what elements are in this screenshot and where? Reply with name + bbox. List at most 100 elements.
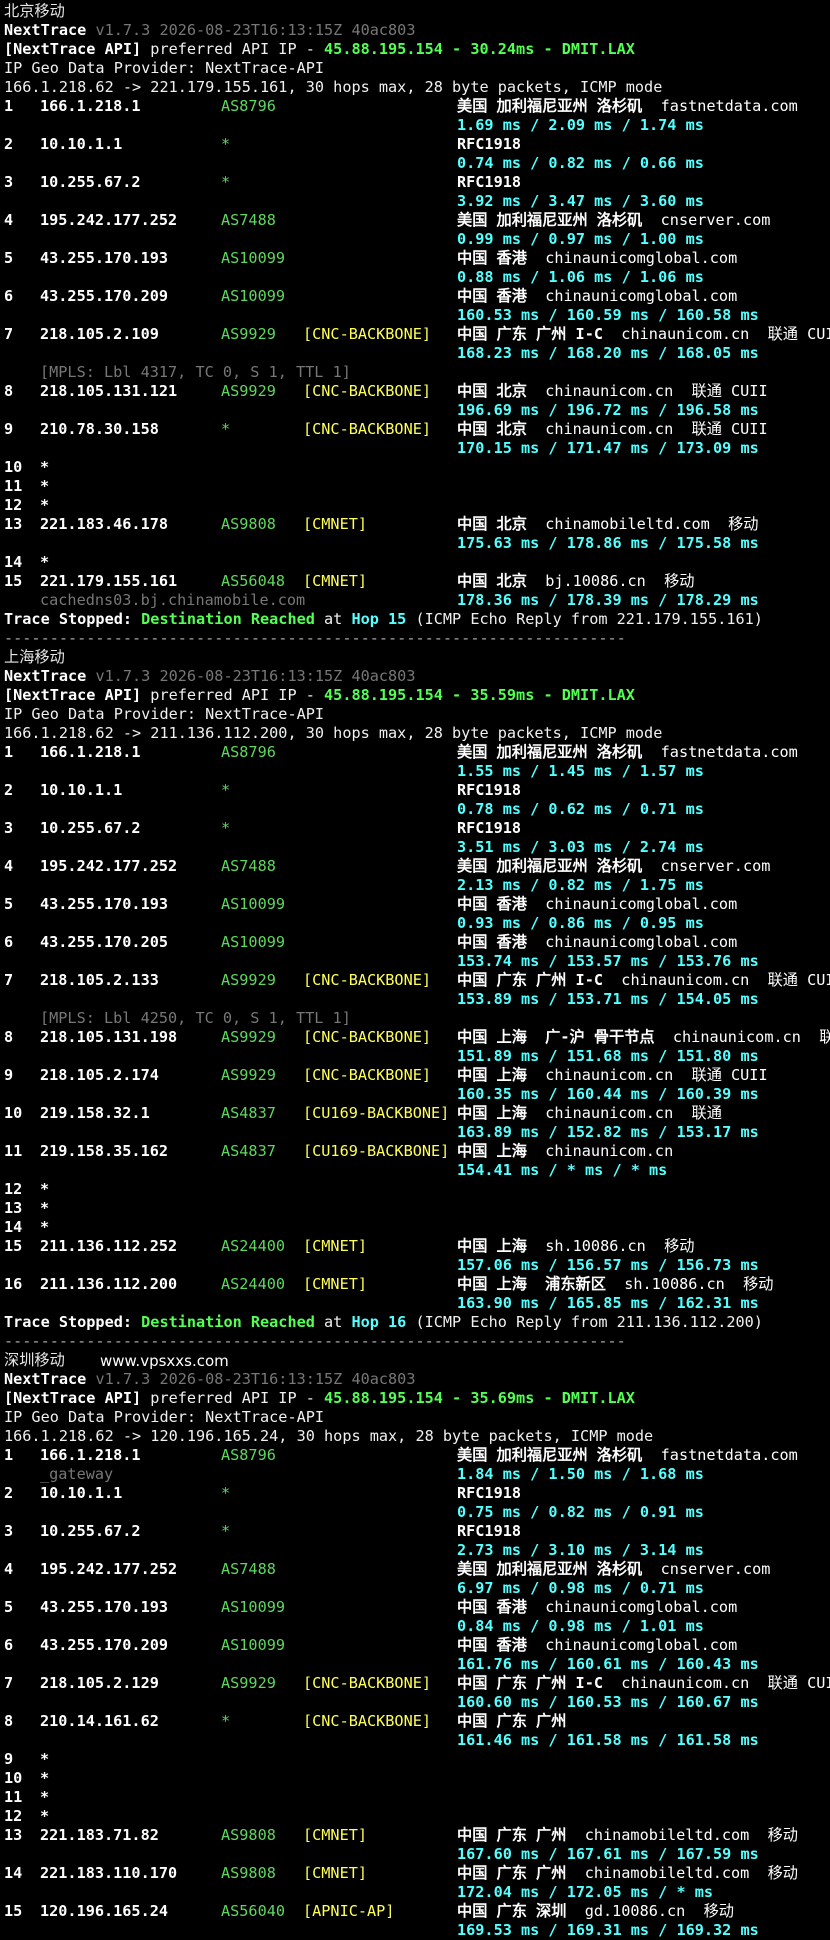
hop-host: fastnetdata.com bbox=[660, 1446, 798, 1464]
hop-ip: 43.255.170.193 bbox=[40, 895, 169, 913]
hop-space bbox=[527, 1636, 545, 1654]
hop-number: 9 bbox=[4, 1066, 14, 1084]
hop-space bbox=[521, 819, 539, 837]
hop-latency: 151.89 ms / 151.68 ms / 151.80 ms bbox=[457, 1047, 759, 1065]
hop-geo: 中国 广东 广州 bbox=[457, 1712, 567, 1730]
section-title: 北京移动 bbox=[4, 2, 830, 21]
hop-tag: [CNC-BACKBONE] bbox=[303, 971, 432, 989]
hop-tag: [CMNET] bbox=[303, 1864, 368, 1882]
hop-number: 11 bbox=[4, 1788, 23, 1806]
hop-asn: AS10099 bbox=[221, 1598, 286, 1616]
hop-geo: 中国 上海 广-沪 骨干节点 bbox=[457, 1028, 655, 1046]
hop-space bbox=[566, 1864, 584, 1882]
hop-row: 12 * bbox=[4, 496, 830, 515]
api-mid: preferred API IP - bbox=[141, 40, 325, 58]
trace-header-line: 166.1.218.62 -> 120.196.165.24, 30 hops … bbox=[4, 1427, 830, 1446]
hop-latency-row: 1.55 ms / 1.45 ms / 1.57 ms bbox=[4, 762, 830, 781]
hop-geo: 中国 上海 bbox=[457, 1066, 527, 1084]
hop-latency: 154.41 ms / * ms / * ms bbox=[457, 1161, 668, 1179]
hop-tag: [CU169-BACKBONE] bbox=[303, 1104, 450, 1122]
hop-asn: AS9929 bbox=[221, 382, 276, 400]
hop-latency: 0.88 ms / 1.06 ms / 1.06 ms bbox=[457, 268, 704, 286]
hop-ip: 218.105.131.198 bbox=[40, 1028, 178, 1046]
hop-ip: 218.105.131.121 bbox=[40, 382, 178, 400]
hop-ip: 10.10.1.1 bbox=[40, 1484, 123, 1502]
hop-row: 6 43.255.170.209 AS10099 中国 香港 chinaunicomg… bbox=[4, 1636, 830, 1655]
hop-ip: 10.10.1.1 bbox=[40, 781, 123, 799]
hop-host: fastnetdata.com bbox=[660, 97, 798, 115]
mpls-label: [MPLS: Lbl 4250, TC 0, S 1, TTL 1] bbox=[40, 1009, 351, 1027]
hop-tag: [APNIC-AP] bbox=[303, 1902, 395, 1920]
hop-space bbox=[642, 1446, 660, 1464]
hop-geo: RFC1918 bbox=[457, 135, 522, 153]
hop-space bbox=[655, 1028, 673, 1046]
mpls-label: [MPLS: Lbl 4317, TC 0, S 1, TTL 1] bbox=[40, 363, 351, 381]
hop-latency-row: 160.35 ms / 160.44 ms / 160.39 ms bbox=[4, 1085, 830, 1104]
hop-latency: 161.46 ms / 161.58 ms / 161.58 ms bbox=[457, 1731, 759, 1749]
hop-ip: 43.255.170.205 bbox=[40, 933, 169, 951]
hop-space bbox=[606, 1275, 624, 1293]
hop-row: 9 210.78.30.158 * [CNC-BACKBONE] 中国 北京 china… bbox=[4, 420, 830, 439]
version-text: v1.7.3 2026-08-23T16:13:15Z 40ac803 bbox=[95, 667, 416, 685]
hop-host: chinaunicom.cn 联通 bbox=[672, 1028, 830, 1046]
hop-asn: AS9808 bbox=[221, 1864, 276, 1882]
hop-host: chinaunicom.cn 联通 CUII bbox=[621, 971, 830, 989]
hop-row: 14 * bbox=[4, 1218, 830, 1237]
hop-asn: AS9929 bbox=[221, 1028, 276, 1046]
hop-tag: [CU169-BACKBONE] bbox=[303, 1142, 450, 1160]
hop-row: 7 218.105.2.129 AS9929 [CNC-BACKBONE] 中国 广东 … bbox=[4, 1674, 830, 1693]
hop-latency: 160.35 ms / 160.44 ms / 160.39 ms bbox=[457, 1085, 759, 1103]
hop-row: 13 * bbox=[4, 1199, 830, 1218]
hop-latency-row: 6.97 ms / 0.98 ms / 0.71 ms bbox=[4, 1579, 830, 1598]
hop-geo: 美国 加利福尼亚州 洛杉矶 bbox=[457, 1446, 643, 1464]
hop-number: 11 bbox=[4, 1142, 23, 1160]
trace-header-line: 166.1.218.62 -> 221.179.155.161, 30 hops… bbox=[4, 78, 830, 97]
api-prefix: [NextTrace API] bbox=[4, 686, 142, 704]
stop-at: at bbox=[314, 610, 352, 628]
hop-ip: 166.1.218.1 bbox=[40, 1446, 141, 1464]
hop-ip: * bbox=[40, 1769, 50, 1787]
stop-label: Trace Stopped: bbox=[4, 1313, 142, 1331]
hop-asn: AS9808 bbox=[221, 515, 276, 533]
hop-latency: 0.78 ms / 0.62 ms / 0.71 ms bbox=[457, 800, 704, 818]
api-value: 45.88.195.154 - 30.24ms - DMIT.LAX bbox=[324, 40, 635, 58]
section-title-text: 北京移动 bbox=[4, 2, 65, 20]
hop-latency: 0.74 ms / 0.82 ms / 0.66 ms bbox=[457, 154, 704, 172]
hop-latency: 160.53 ms / 160.59 ms / 160.58 ms bbox=[457, 306, 759, 324]
hop-asn: AS24400 bbox=[221, 1237, 286, 1255]
hop-host: chinaunicomglobal.com bbox=[545, 895, 738, 913]
hop-row: 15 211.136.112.252 AS24400 [CMNET] 中国 上海 sh.… bbox=[4, 1237, 830, 1256]
hop-latency-row: 153.89 ms / 153.71 ms / 154.05 ms bbox=[4, 990, 830, 1009]
hop-space bbox=[603, 971, 621, 989]
hop-row: 1 166.1.218.1 AS8796 美国 加利福尼亚州 洛杉矶 fastnetd… bbox=[4, 1446, 830, 1465]
trace-header-text: 166.1.218.62 -> 211.136.112.200, 30 hops… bbox=[4, 724, 663, 742]
hop-row: 4 195.242.177.252 AS7488 美国 加利福尼亚州 洛杉矶 cnse… bbox=[4, 211, 830, 230]
hop-tag: [CMNET] bbox=[303, 572, 368, 590]
hop-number: 3 bbox=[4, 173, 14, 191]
hop-geo: RFC1918 bbox=[457, 173, 522, 191]
hop-ip: * bbox=[40, 458, 50, 476]
hop-geo: RFC1918 bbox=[457, 1484, 522, 1502]
hop-latency-row: 2.13 ms / 0.82 ms / 1.75 ms bbox=[4, 876, 830, 895]
hop-tag: [CNC-BACKBONE] bbox=[303, 1028, 432, 1046]
hop-row: 14 221.183.110.170 AS9808 [CMNET] 中国 广东 广州 c… bbox=[4, 1864, 830, 1883]
hop-latency-row: 167.60 ms / 167.61 ms / 167.59 ms bbox=[4, 1845, 830, 1864]
stop-detail: (ICMP Echo Reply from 211.136.112.200) bbox=[406, 1313, 763, 1331]
hop-ip: 166.1.218.1 bbox=[40, 743, 141, 761]
hop-number: 10 bbox=[4, 1769, 23, 1787]
hop-ip: * bbox=[40, 1199, 50, 1217]
hop-ip: 43.255.170.209 bbox=[40, 1636, 169, 1654]
hop-asn: AS9929 bbox=[221, 1674, 276, 1692]
hop-asn: * bbox=[221, 819, 231, 837]
hop-ip: 218.105.2.129 bbox=[40, 1674, 159, 1692]
hop-latency: 153.74 ms / 153.57 ms / 153.76 ms bbox=[457, 952, 759, 970]
hop-latency: 1.84 ms / 1.50 ms / 1.68 ms bbox=[457, 1465, 704, 1483]
hop-host: cnserver.com bbox=[660, 211, 771, 229]
hop-geo: RFC1918 bbox=[457, 819, 522, 837]
hop-asn: * bbox=[221, 781, 231, 799]
hop-number: 3 bbox=[4, 1522, 14, 1540]
hop-latency: 196.69 ms / 196.72 ms / 196.58 ms bbox=[457, 401, 759, 419]
hop-geo: 中国 北京 bbox=[457, 420, 527, 438]
hop-asn: * bbox=[221, 135, 231, 153]
hop-row: 5 43.255.170.193 AS10099 中国 香港 chinaunicomg… bbox=[4, 249, 830, 268]
